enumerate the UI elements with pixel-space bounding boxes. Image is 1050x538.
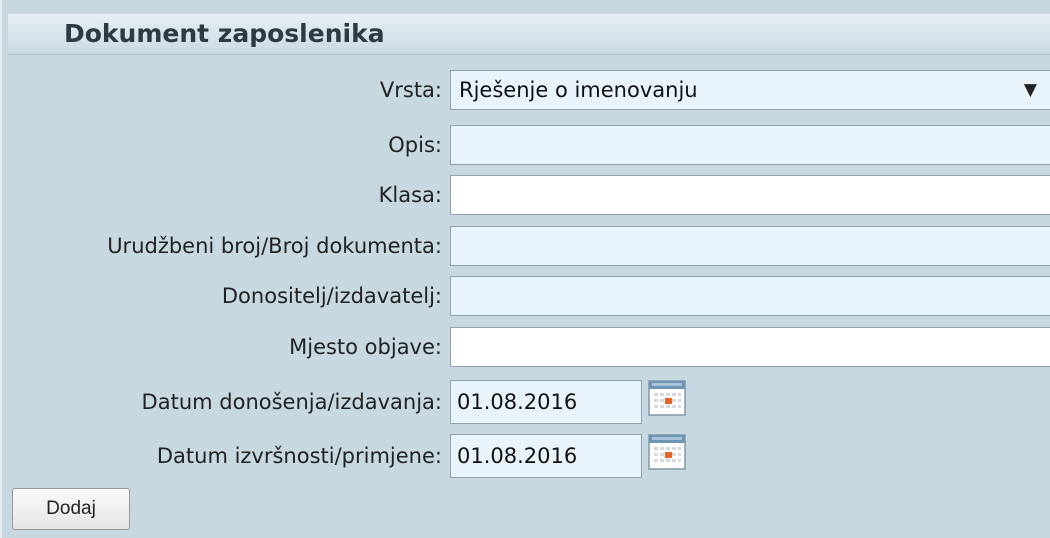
datum-izvrsnosti-input[interactable]: 01.08.2016: [450, 434, 642, 478]
add-button[interactable]: Dodaj: [12, 488, 130, 530]
calendar-icon[interactable]: [648, 380, 686, 416]
donositelj-input[interactable]: [450, 276, 1050, 316]
datum-donosenja-input[interactable]: 01.08.2016: [450, 380, 642, 424]
mjesto-objave-label: Mjesto objave:: [289, 335, 442, 359]
mjesto-objave-input[interactable]: [450, 327, 1050, 367]
datum-izvrsnosti-label: Datum izvršnosti/primjene:: [156, 444, 442, 468]
klasa-input[interactable]: [450, 175, 1050, 215]
form-header: Dokument zaposlenika: [8, 14, 1050, 55]
document-form-panel: Dokument zaposlenika Vrsta: Rješenje o i…: [0, 0, 1050, 538]
dropdown-arrow-icon: ▼: [1023, 80, 1037, 100]
urudzbeni-broj-input[interactable]: [450, 226, 1050, 266]
vrsta-label: Vrsta:: [379, 78, 442, 102]
donositelj-label: Donositelj/izdavatelj:: [221, 284, 442, 308]
opis-input[interactable]: [450, 125, 1050, 165]
calendar-icon[interactable]: [648, 434, 686, 470]
opis-label: Opis:: [388, 133, 442, 157]
klasa-label: Klasa:: [378, 183, 442, 207]
urudzbeni-broj-label: Urudžbeni broj/Broj dokumenta:: [107, 234, 442, 258]
form-title: Dokument zaposlenika: [64, 19, 385, 48]
datum-donosenja-label: Datum donošenja/izdavanja:: [141, 390, 442, 414]
vrsta-selected-value: Rješenje o imenovanju: [459, 78, 698, 102]
vrsta-select[interactable]: Rješenje o imenovanju ▼: [450, 70, 1050, 110]
